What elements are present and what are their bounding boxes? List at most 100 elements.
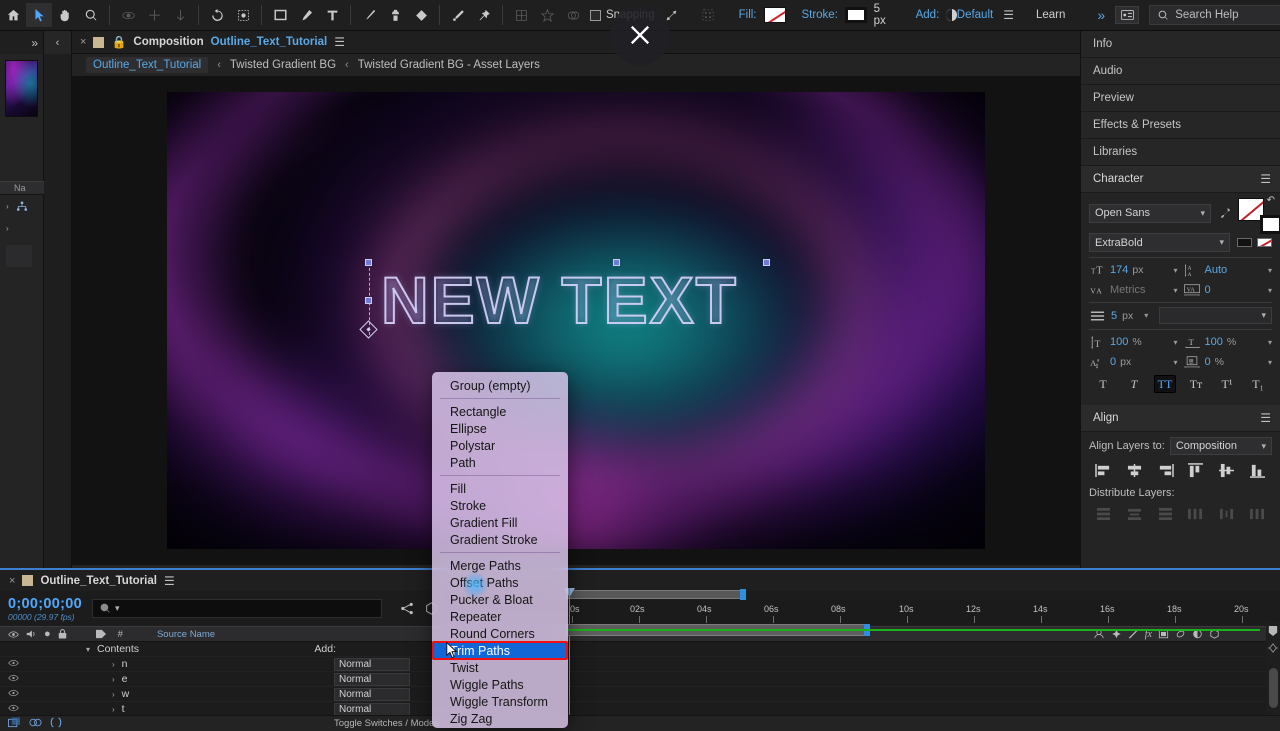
zoom-tool-icon[interactable]: [78, 3, 104, 27]
brush-tool-icon[interactable]: [356, 3, 382, 27]
selection-handle[interactable]: [763, 259, 770, 266]
eyedropper-icon[interactable]: [1216, 205, 1233, 221]
fill-swatch[interactable]: [764, 7, 787, 23]
subscript-button[interactable]: T₁: [1247, 375, 1269, 393]
close-timeline-tab-icon[interactable]: ×: [9, 575, 15, 587]
breadcrumb-item-0[interactable]: Outline_Text_Tutorial: [86, 57, 208, 73]
table-row[interactable]: › n Normal: [0, 657, 1280, 672]
layer-visibility-toggle[interactable]: [0, 689, 26, 699]
menu-item-stroke[interactable]: Stroke: [432, 497, 568, 514]
overlap-tool-icon[interactable]: [560, 3, 586, 27]
toggle-switches-modes-button[interactable]: Toggle Switches / Modes: [334, 718, 439, 729]
panel-tab-preview[interactable]: Preview: [1081, 85, 1280, 112]
text-color-swatches[interactable]: ↶: [1238, 198, 1272, 228]
chevron-right-icon[interactable]: ›: [112, 705, 115, 714]
menu-item-polystar[interactable]: Polystar: [432, 437, 568, 454]
chevron-down-icon[interactable]: ▾: [86, 645, 90, 654]
menu-item-round-corners[interactable]: Round Corners: [432, 625, 568, 642]
text-layer-selection[interactable]: NEW TEXT: [381, 267, 738, 333]
selection-handle[interactable]: [613, 259, 620, 266]
layer-visibility-toggle[interactable]: [0, 674, 26, 684]
source-name-column-header[interactable]: Source Name: [147, 629, 215, 640]
menu-item-gradient-fill[interactable]: Gradient Fill: [432, 514, 568, 531]
roto-brush-icon[interactable]: [445, 3, 471, 27]
pan-tool-icon[interactable]: [141, 3, 167, 27]
keyframe-nav-icon[interactable]: [1267, 640, 1279, 658]
close-overlay-button[interactable]: [610, 5, 670, 65]
workspace-default-button[interactable]: Default: [957, 9, 993, 21]
align-panel-menu-icon[interactable]: ☰: [1260, 411, 1271, 425]
comp-render-queue-icon[interactable]: [8, 717, 21, 731]
add-mode-icon[interactable]: [946, 9, 956, 21]
timeline-search-input[interactable]: ▾: [92, 599, 382, 618]
align-right-button[interactable]: [1151, 460, 1180, 480]
font-size-field[interactable]: TT 174 px ▾: [1089, 262, 1178, 278]
table-row[interactable]: › w Normal: [0, 687, 1280, 702]
distribute-right-button[interactable]: [1243, 504, 1272, 524]
faux-bold-button[interactable]: T: [1092, 375, 1114, 393]
composition-panel-menu-icon[interactable]: ☰: [334, 35, 345, 49]
black-swatch-icon[interactable]: [1237, 238, 1252, 247]
blend-mode-select[interactable]: Normal: [334, 658, 410, 671]
menu-item-twist[interactable]: Twist: [432, 659, 568, 676]
faux-italic-button[interactable]: T: [1123, 375, 1145, 393]
stroke-order-select[interactable]: ▾: [1159, 307, 1272, 324]
chevron-right-icon[interactable]: ›: [6, 202, 9, 211]
layer-visibility-toggle[interactable]: [0, 659, 26, 669]
menu-item-zig-zag[interactable]: Zig Zag: [432, 710, 568, 727]
align-target-select[interactable]: Composition ▾: [1170, 437, 1272, 455]
vertical-scale-field[interactable]: T 100 % ▾: [1089, 334, 1178, 350]
align-bottom-button[interactable]: [1243, 460, 1272, 480]
table-row[interactable]: › e Normal: [0, 672, 1280, 687]
chevron-right-icon[interactable]: ›: [112, 675, 115, 684]
font-family-select[interactable]: Open Sans ▾: [1089, 204, 1211, 223]
baseline-shift-field[interactable]: Aa 0 px ▾: [1089, 354, 1178, 370]
pen-tool-icon[interactable]: [293, 3, 319, 27]
align-center-horizontal-button[interactable]: [1120, 460, 1149, 480]
layer-visibility-toggle[interactable]: [0, 704, 26, 714]
tracking-field[interactable]: VA 0 ▾: [1178, 282, 1273, 298]
menu-item-wiggle-transform[interactable]: Wiggle Transform: [432, 693, 568, 710]
timeline-panel-menu-icon[interactable]: ☰: [164, 574, 175, 588]
snapping-checkbox[interactable]: [590, 10, 601, 21]
blend-mode-select[interactable]: Normal: [334, 688, 410, 701]
composition-tab-name[interactable]: Outline_Text_Tutorial: [211, 36, 328, 48]
small-caps-button[interactable]: Tᴛ: [1185, 375, 1207, 393]
puppet-pin-icon[interactable]: [471, 3, 497, 27]
menu-item-fill[interactable]: Fill: [432, 480, 568, 497]
none-swatch-icon[interactable]: [1257, 238, 1272, 247]
current-time-display[interactable]: 0;00;00;00 00000 (29.97 fps): [8, 596, 82, 622]
menu-item-rectangle[interactable]: Rectangle: [432, 403, 568, 420]
menu-item-repeater[interactable]: Repeater: [432, 608, 568, 625]
menu-item-wiggle-paths[interactable]: Wiggle Paths: [432, 676, 568, 693]
learn-workspace-button[interactable]: Learn: [1036, 9, 1065, 21]
home-icon[interactable]: [0, 3, 26, 27]
menu-item-path[interactable]: Path: [432, 454, 568, 471]
font-style-select[interactable]: ExtraBold ▾: [1089, 233, 1230, 252]
distribute-left-button[interactable]: [1181, 504, 1210, 524]
search-help-input[interactable]: Search Help: [1149, 5, 1280, 25]
kerning-field[interactable]: VA Metrics ▾: [1089, 282, 1178, 298]
panel-tab-audio[interactable]: Audio: [1081, 58, 1280, 85]
chevron-down-icon[interactable]: ▾: [1268, 266, 1272, 275]
project-item-row[interactable]: ›: [0, 217, 44, 239]
rail-expand-icon[interactable]: »: [0, 31, 43, 54]
contents-row[interactable]: ▾ Contents Add:: [0, 642, 1280, 657]
chevron-right-icon[interactable]: ›: [112, 690, 115, 699]
menu-item-offset-paths[interactable]: Offset Paths: [432, 574, 568, 591]
panel-tab-info[interactable]: Info: [1081, 31, 1280, 58]
composition-stage[interactable]: NEW TEXT: [167, 92, 985, 549]
chevron-down-icon[interactable]: ▾: [1268, 338, 1272, 347]
chevron-right-icon[interactable]: ›: [112, 660, 115, 669]
leading-field[interactable]: AA Auto ▾: [1178, 262, 1273, 278]
distribute-vertical-center-button[interactable]: [1120, 504, 1149, 524]
composition-viewport[interactable]: NEW TEXT: [72, 77, 1080, 564]
hand-tool-icon[interactable]: [52, 3, 78, 27]
lock-icon[interactable]: 🔒: [111, 35, 126, 49]
mask-tool-icon[interactable]: [230, 3, 256, 27]
timeline-scrollbar[interactable]: [1266, 622, 1280, 718]
orbit-tool-icon[interactable]: [115, 3, 141, 27]
text-tool-icon[interactable]: [319, 3, 345, 27]
composition-mini-flowchart-icon[interactable]: [400, 602, 415, 615]
menu-item-group-empty[interactable]: Group (empty): [432, 377, 568, 394]
